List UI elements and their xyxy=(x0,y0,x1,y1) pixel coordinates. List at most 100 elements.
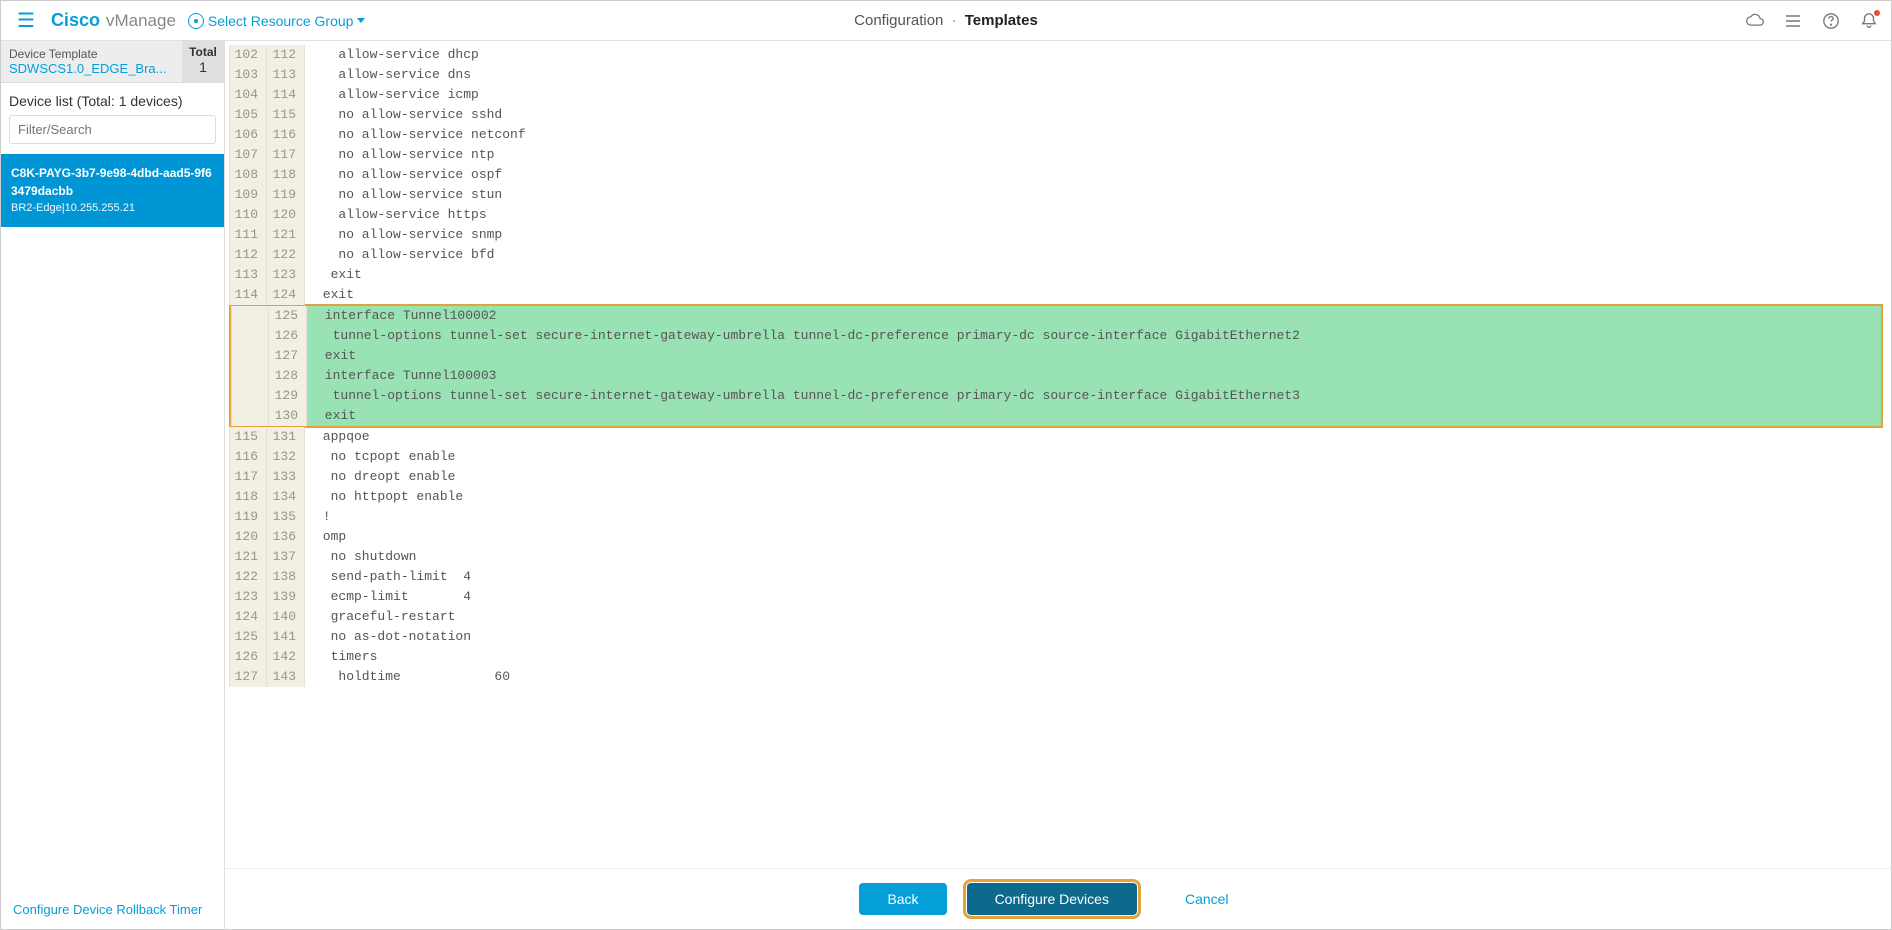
line-number-right: 120 xyxy=(267,205,305,225)
diff-line: .129 tunnel-options tunnel-set secure-in… xyxy=(231,386,1881,406)
line-number-left: 118 xyxy=(229,487,267,507)
line-number-right: 117 xyxy=(267,145,305,165)
diff-line: 121137 no shutdown xyxy=(229,547,1883,567)
line-number-left: . xyxy=(231,326,269,346)
config-diff-view[interactable]: 102112 allow-service dhcp103113 allow-se… xyxy=(225,41,1891,868)
hamburger-menu-icon[interactable]: ☰ xyxy=(13,7,39,35)
footer-actions: Back Configure Devices Cancel xyxy=(225,868,1891,929)
device-list-header: Device list (Total: 1 devices) xyxy=(1,83,224,115)
diff-line: 115131 appqoe xyxy=(229,427,1883,447)
top-bar: ☰ Cisco vManage Select Resource Group Co… xyxy=(1,1,1891,41)
diff-line: .130 exit xyxy=(231,406,1881,426)
bell-icon[interactable] xyxy=(1859,11,1879,31)
diff-code: no shutdown xyxy=(305,547,1883,567)
line-number-left: 104 xyxy=(229,85,267,105)
diff-line: 114124 exit xyxy=(229,285,1883,305)
line-number-right: 141 xyxy=(267,627,305,647)
line-number-left: 105 xyxy=(229,105,267,125)
line-number-right: 121 xyxy=(267,225,305,245)
diff-code: allow-service icmp xyxy=(305,85,1883,105)
line-number-left: 102 xyxy=(229,45,267,65)
line-number-left: 103 xyxy=(229,65,267,85)
diff-code: allow-service dns xyxy=(305,65,1883,85)
diff-line: 117133 no dreopt enable xyxy=(229,467,1883,487)
line-number-right: 127 xyxy=(269,346,307,366)
line-number-right: 125 xyxy=(269,306,307,326)
brand-cisco: Cisco xyxy=(51,10,100,31)
notification-dot xyxy=(1874,10,1880,16)
diff-code: exit xyxy=(305,285,1883,305)
line-number-left: . xyxy=(231,306,269,326)
diff-line: 110120 allow-service https xyxy=(229,205,1883,225)
diff-line: 111121 no allow-service snmp xyxy=(229,225,1883,245)
selected-device-item[interactable]: C8K-PAYG-3b7-9e98-4dbd-aad5-9f63479dacbb… xyxy=(1,154,224,227)
diff-code: graceful-restart xyxy=(305,607,1883,627)
diff-code: no allow-service netconf xyxy=(305,125,1883,145)
diff-line: 102112 allow-service dhcp xyxy=(229,45,1883,65)
line-number-left: 126 xyxy=(229,647,267,667)
diff-code: no allow-service stun xyxy=(305,185,1883,205)
line-number-left: . xyxy=(231,346,269,366)
layout: Device Template SDWSCS1.0_EDGE_Bra... To… xyxy=(1,41,1891,929)
configure-devices-button[interactable]: Configure Devices xyxy=(967,883,1137,915)
line-number-right: 115 xyxy=(267,105,305,125)
line-number-right: 128 xyxy=(269,366,307,386)
diff-line: .128 interface Tunnel100003 xyxy=(231,366,1881,386)
breadcrumb-parent: Configuration xyxy=(854,12,943,29)
diff-code: no allow-service sshd xyxy=(305,105,1883,125)
line-number-right: 138 xyxy=(267,567,305,587)
line-number-left: . xyxy=(231,386,269,406)
cloud-icon[interactable] xyxy=(1745,11,1765,31)
breadcrumb-current: Templates xyxy=(965,12,1038,29)
topbar-right xyxy=(1745,11,1879,31)
device-template-info: Device Template SDWSCS1.0_EDGE_Bra... xyxy=(1,41,182,82)
line-number-right: 137 xyxy=(267,547,305,567)
line-number-left: 123 xyxy=(229,587,267,607)
device-template-name[interactable]: SDWSCS1.0_EDGE_Bra... xyxy=(9,61,169,76)
diff-code: holdtime 60 xyxy=(305,667,1883,687)
resource-group-selector[interactable]: Select Resource Group xyxy=(188,13,366,29)
diff-line: 125141 no as-dot-notation xyxy=(229,627,1883,647)
back-button[interactable]: Back xyxy=(859,883,946,915)
line-number-right: 126 xyxy=(269,326,307,346)
line-number-right: 140 xyxy=(267,607,305,627)
menu-lines-icon[interactable] xyxy=(1783,11,1803,31)
sidebar: Device Template SDWSCS1.0_EDGE_Bra... To… xyxy=(1,41,225,929)
cancel-button[interactable]: Cancel xyxy=(1157,883,1257,915)
line-number-left: . xyxy=(231,406,269,426)
line-number-right: 133 xyxy=(267,467,305,487)
line-number-left: 124 xyxy=(229,607,267,627)
line-number-right: 112 xyxy=(267,45,305,65)
line-number-left: 109 xyxy=(229,185,267,205)
diff-line: .125 interface Tunnel100002 xyxy=(231,306,1881,326)
filter-search-input[interactable] xyxy=(9,115,216,144)
diff-code: no as-dot-notation xyxy=(305,627,1883,647)
diff-line: .127 exit xyxy=(231,346,1881,366)
rollback-timer-link[interactable]: Configure Device Rollback Timer xyxy=(1,890,224,929)
diff-code: no allow-service snmp xyxy=(305,225,1883,245)
diff-code: tunnel-options tunnel-set secure-interne… xyxy=(307,326,1881,346)
diff-code: ! xyxy=(305,507,1883,527)
device-host: BR2-Edge|10.255.255.21 xyxy=(11,200,214,217)
diff-code: exit xyxy=(307,406,1881,426)
diff-line: 105115 no allow-service sshd xyxy=(229,105,1883,125)
line-number-left: 127 xyxy=(229,667,267,687)
diff-code: no dreopt enable xyxy=(305,467,1883,487)
device-template-label: Device Template xyxy=(9,47,174,61)
diff-line: .126 tunnel-options tunnel-set secure-in… xyxy=(231,326,1881,346)
line-number-left: 122 xyxy=(229,567,267,587)
diff-line: 113123 exit xyxy=(229,265,1883,285)
line-number-left: 107 xyxy=(229,145,267,165)
device-template-panel: Device Template SDWSCS1.0_EDGE_Bra... To… xyxy=(1,41,224,83)
diff-line: 109119 no allow-service stun xyxy=(229,185,1883,205)
help-icon[interactable] xyxy=(1821,11,1841,31)
total-value: 1 xyxy=(182,59,224,75)
line-number-left: 117 xyxy=(229,467,267,487)
diff-line: 127143 holdtime 60 xyxy=(229,667,1883,687)
breadcrumb: Configuration · Templates xyxy=(854,12,1038,29)
brand-vmanage: vManage xyxy=(106,11,176,31)
diff-line: 108118 no allow-service ospf xyxy=(229,165,1883,185)
line-number-left: 111 xyxy=(229,225,267,245)
diff-code: no allow-service bfd xyxy=(305,245,1883,265)
line-number-left: . xyxy=(231,366,269,386)
